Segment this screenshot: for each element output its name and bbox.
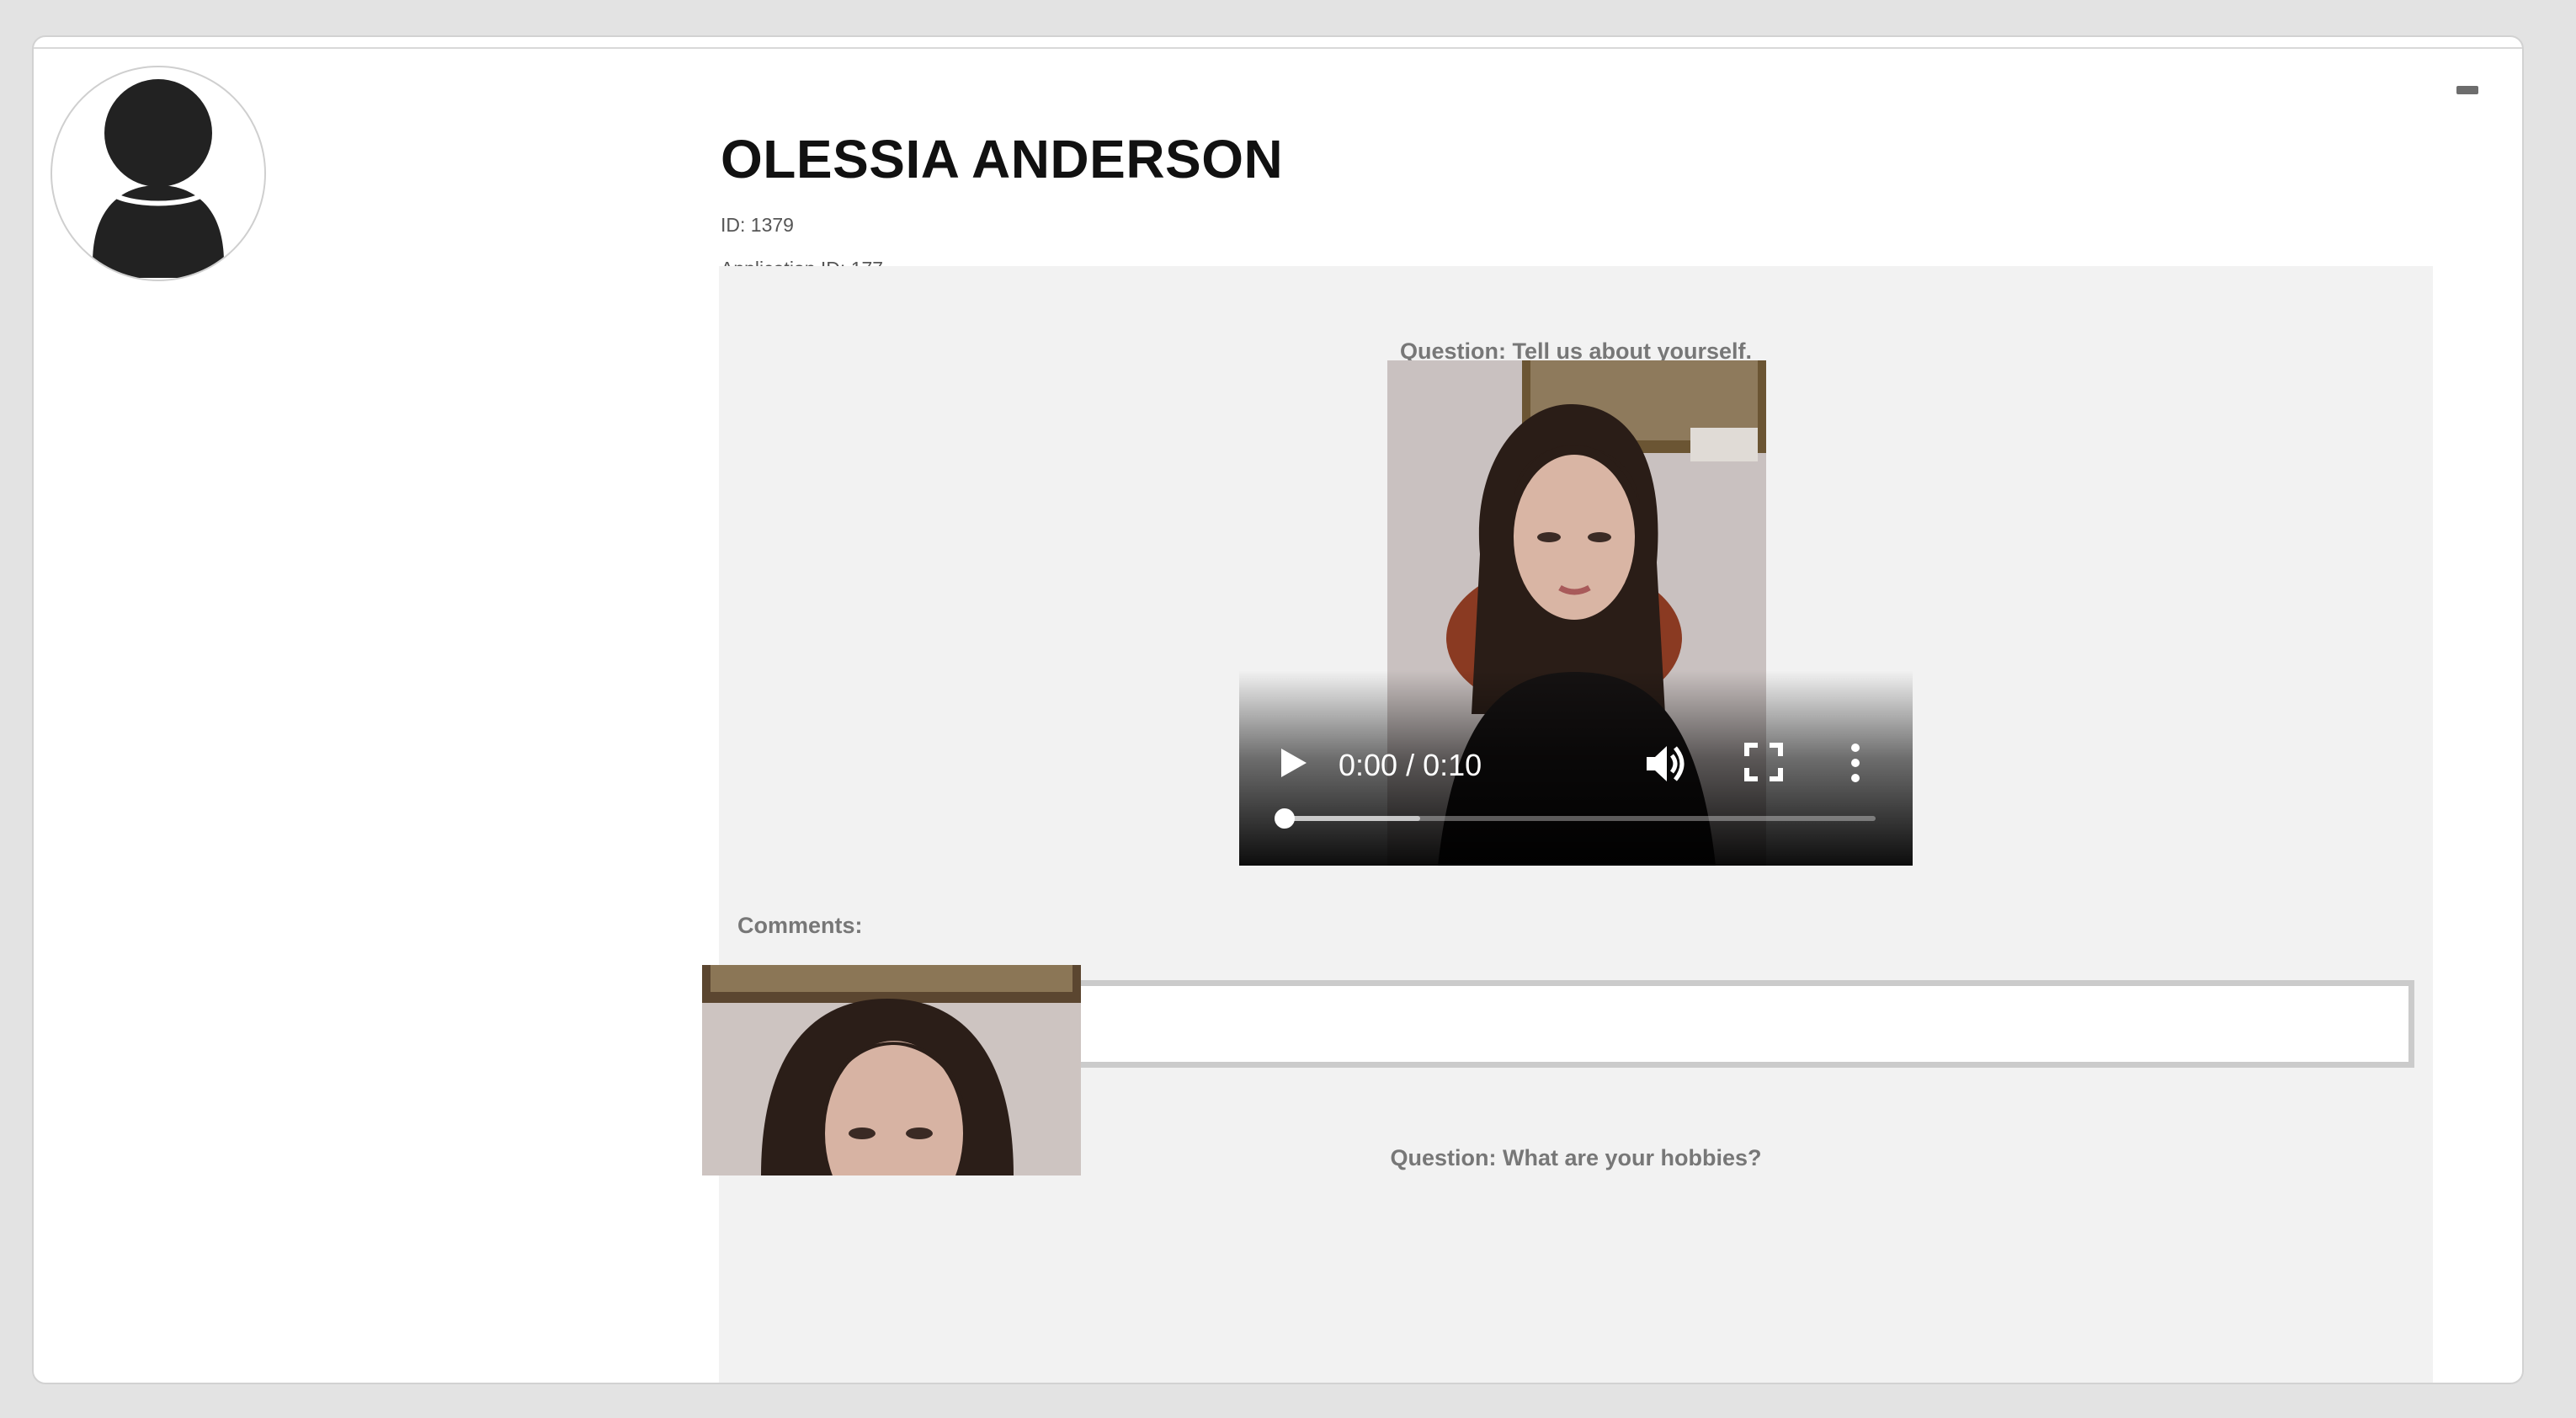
candidate-panel: OLESSIA ANDERSON ID: 1379 Application ID… [32,35,2524,1384]
video-buffered-bar [1285,816,1421,821]
video-progress-thumb[interactable] [1275,808,1295,829]
comments-label: Comments: [737,913,863,938]
more-vertical-icon[interactable] [1847,743,1864,783]
volume-icon[interactable] [1643,741,1689,786]
panel-top-divider [34,47,2522,49]
fullscreen-icon[interactable] [1744,743,1783,781]
avatar [51,66,266,281]
candidate-video-still-2 [702,965,1081,1175]
answers-section: Question: Tell us about yourself. 0:00 /… [719,266,2433,1383]
video-controls-1: 0:00 / 0:10 [1239,670,1913,866]
candidate-id: ID: 1379 [721,214,794,236]
video-player-1[interactable]: 0:00 / 0:10 [1239,360,1913,866]
video-frame-2[interactable] [702,965,1081,1175]
candidate-name: OLESSIA ANDERSON [721,129,1284,189]
play-icon[interactable] [1276,746,1310,780]
user-silhouette-icon [93,79,224,278]
minimize-icon[interactable] [2456,86,2478,94]
video-progress-track[interactable] [1275,808,1876,829]
video-time-display: 0:00 / 0:10 [1339,748,1482,782]
